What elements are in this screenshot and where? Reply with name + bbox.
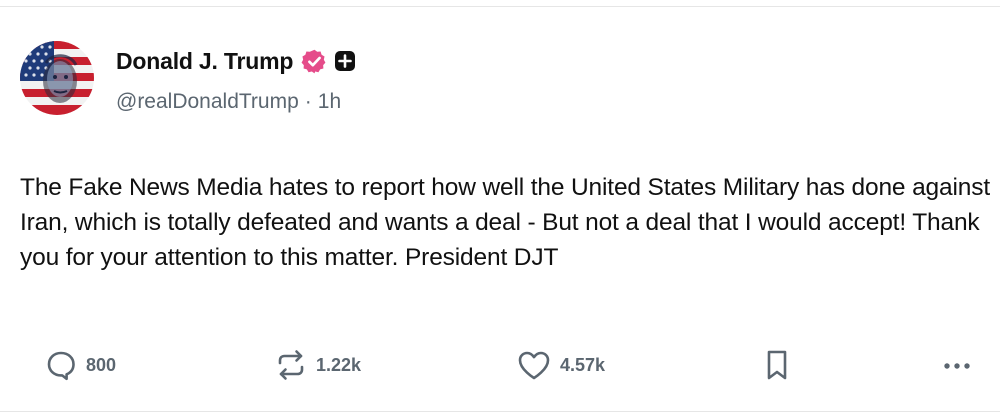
heart-icon <box>516 348 552 382</box>
post-timestamp[interactable]: 1h <box>318 90 341 114</box>
repost-button[interactable]: 1.22k <box>274 345 361 385</box>
author-handle-line: @realDonaldTrump · 1h <box>116 90 356 114</box>
repost-count: 1.22k <box>316 354 362 375</box>
like-button[interactable]: 4.57k <box>516 345 605 385</box>
like-count: 4.57k <box>560 354 606 375</box>
avatar[interactable] <box>20 41 94 115</box>
bookmark-icon <box>762 348 792 382</box>
bookmark-button[interactable] <box>762 345 792 385</box>
more-button[interactable] <box>939 345 975 385</box>
plus-badge-icon <box>334 50 356 72</box>
flag-portrait-avatar-icon <box>20 41 94 115</box>
repost-icon <box>274 348 308 382</box>
author-handle[interactable]: @realDonaldTrump <box>116 90 299 114</box>
author-info: Donald J. Trump @realDonaldTrump · 1h <box>116 45 356 114</box>
post-body-text: The Fake News Media hates to report how … <box>20 174 997 271</box>
post-actions-bar: 800 1.22k 4.57k <box>0 345 1000 385</box>
more-icon <box>939 348 975 382</box>
post-header: Donald J. Trump @realDonaldTrump · 1h <box>20 41 356 121</box>
author-name-line: Donald J. Trump <box>116 45 356 77</box>
reply-count: 800 <box>86 354 117 375</box>
post-card: Donald J. Trump @realDonaldTrump · 1h Th… <box>0 6 1000 412</box>
author-display-name[interactable]: Donald J. Trump <box>116 48 293 75</box>
verified-badge-icon <box>301 48 328 75</box>
meta-separator: · <box>304 90 312 113</box>
reply-icon <box>44 348 78 382</box>
reply-button[interactable]: 800 <box>44 345 116 385</box>
